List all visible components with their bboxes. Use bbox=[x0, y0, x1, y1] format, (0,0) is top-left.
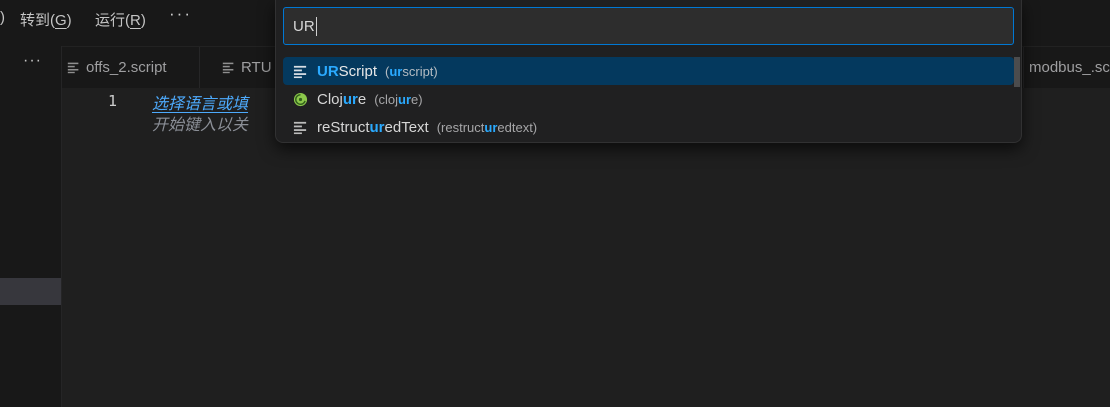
line-number: 1 bbox=[108, 92, 117, 110]
label-part: Cloj bbox=[317, 91, 343, 108]
item-label: URScript bbox=[317, 63, 377, 80]
item-description: (clojure) bbox=[374, 92, 422, 107]
desc-part: script) bbox=[402, 64, 437, 79]
menu-goto-mnemonic: G bbox=[55, 12, 67, 29]
label-match: ur bbox=[370, 119, 385, 136]
desc-part: e) bbox=[411, 92, 423, 107]
tab-modbus-scr[interactable]: modbus_.scr bbox=[1023, 47, 1110, 88]
sidebar: ··· bbox=[0, 46, 62, 407]
menu-overflow-ellipsis-icon[interactable]: ··· bbox=[169, 4, 192, 24]
label-rest: Script bbox=[339, 63, 377, 80]
text-cursor bbox=[316, 17, 317, 36]
item-description: (urscript) bbox=[385, 64, 438, 79]
label-match: ur bbox=[343, 91, 358, 108]
tab-offs-2-script[interactable]: offs_2.script bbox=[62, 47, 200, 88]
menu-goto-pre: 转到( bbox=[20, 12, 55, 29]
quick-pick-panel: UR URScript (urscript) Clojure (clojure) bbox=[275, 0, 1022, 143]
language-file-icon bbox=[67, 61, 80, 74]
sidebar-more-actions-icon[interactable]: ··· bbox=[23, 52, 42, 70]
item-label: reStructuredText bbox=[317, 119, 429, 136]
sidebar-selected-item[interactable] bbox=[0, 278, 61, 305]
quick-pick-list: URScript (urscript) Clojure (clojure) re… bbox=[283, 57, 1014, 141]
quick-pick-item-restructuredtext[interactable]: reStructuredText (restructuredtext) bbox=[283, 113, 1014, 141]
label-match: UR bbox=[317, 63, 339, 80]
label-part: reStruct bbox=[317, 119, 370, 136]
language-file-icon bbox=[222, 61, 235, 74]
quick-pick-item-urscript[interactable]: URScript (urscript) bbox=[283, 57, 1014, 85]
label-part: edText bbox=[385, 119, 429, 136]
tab-title: offs_2.script bbox=[86, 59, 167, 76]
menu-item-goto[interactable]: 转到(G) bbox=[20, 9, 72, 30]
menu-item-clipped: ) bbox=[0, 9, 5, 26]
menu-run-pre: 运行( bbox=[95, 12, 130, 29]
tab-title: modbus_.scr bbox=[1029, 59, 1110, 76]
desc-part: (restruct bbox=[437, 120, 485, 135]
quick-pick-input-value: UR bbox=[293, 18, 315, 35]
item-label: Clojure bbox=[317, 91, 366, 108]
menu-run-post: ) bbox=[141, 12, 146, 29]
desc-match: ur bbox=[484, 120, 497, 135]
language-mode-icon bbox=[293, 120, 308, 135]
desc-match: ur bbox=[389, 64, 402, 79]
desc-part: edtext) bbox=[497, 120, 537, 135]
scrollbar-thumb[interactable] bbox=[1014, 57, 1020, 87]
start-typing-hint: 开始键入以关 bbox=[152, 111, 248, 135]
menu-item-run[interactable]: 运行(R) bbox=[95, 9, 146, 30]
tab-title: RTU bbox=[241, 59, 272, 76]
menu-run-mnemonic: R bbox=[130, 12, 141, 29]
label-part: e bbox=[358, 91, 366, 108]
quick-pick-input[interactable]: UR bbox=[283, 7, 1014, 45]
clojure-icon bbox=[293, 92, 308, 107]
language-mode-icon bbox=[293, 64, 308, 79]
item-description: (restructuredtext) bbox=[437, 120, 537, 135]
menu-goto-post: ) bbox=[67, 12, 72, 29]
quick-pick-item-clojure[interactable]: Clojure (clojure) bbox=[283, 85, 1014, 113]
desc-match: ur bbox=[398, 92, 411, 107]
desc-part: (cloj bbox=[374, 92, 398, 107]
